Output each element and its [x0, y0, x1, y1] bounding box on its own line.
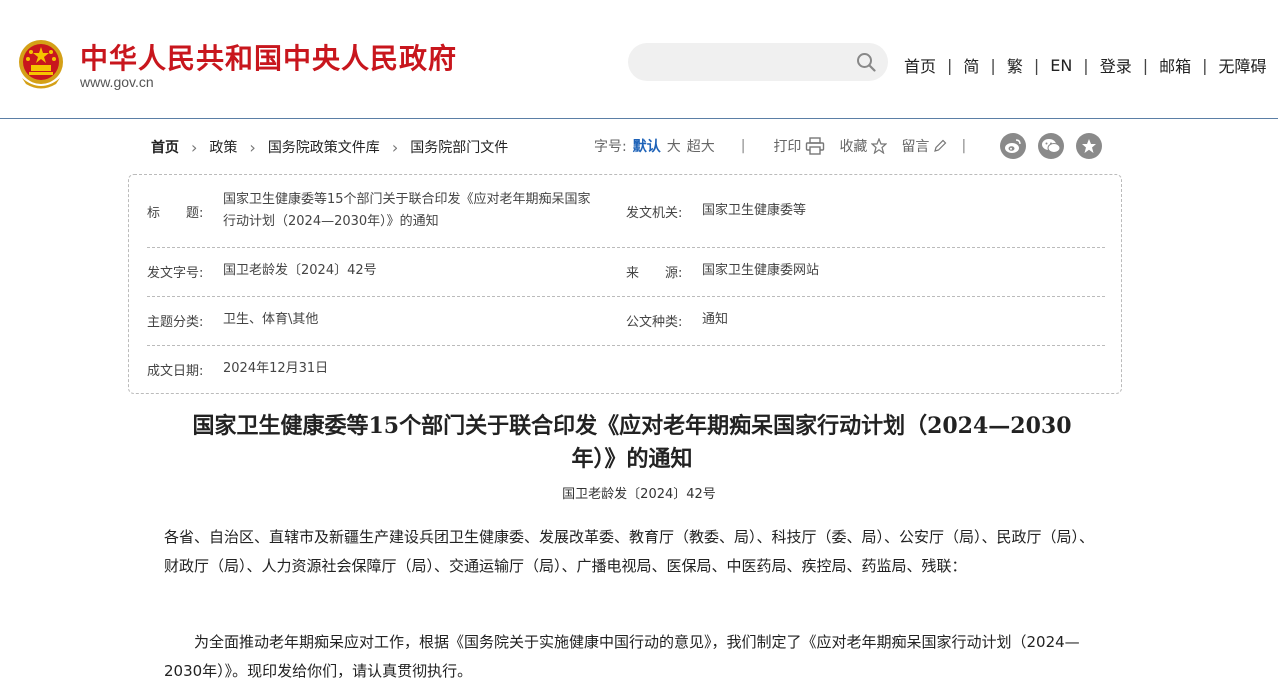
font-size-xlarge[interactable]: 超大	[687, 136, 715, 156]
nav-separator: |	[1202, 55, 1208, 75]
font-size-large[interactable]: 大	[667, 136, 681, 156]
star-icon	[871, 138, 888, 154]
breadcrumb-home[interactable]: 首页	[151, 137, 179, 157]
site-title[interactable]: 中华人民共和国中央人民政府	[80, 37, 457, 77]
tools-separator: |	[740, 138, 746, 154]
type-value: 通知	[702, 312, 729, 327]
nav-separator: |	[990, 55, 996, 75]
weibo-glyph	[1005, 139, 1021, 153]
info-row: 标 题: 国家卫生健康委等15个部门关于联合印发《应对老年期痴呆国家 行动计划（…	[147, 175, 1105, 248]
title-label: 标 题:	[147, 206, 204, 221]
nav-accessibility[interactable]: 无障碍	[1219, 53, 1267, 77]
breadcrumb-policy[interactable]: 政策	[209, 137, 237, 157]
top-nav: 首页 | 简 | 繁 | EN | 登录 | 邮箱 | 无障碍	[904, 53, 1267, 77]
breadcrumb-policy-library[interactable]: 国务院政策文件库	[268, 137, 380, 157]
nav-separator: |	[1033, 55, 1040, 75]
nav-login[interactable]: 登录	[1100, 53, 1132, 77]
print-button[interactable]: 打印	[773, 136, 825, 156]
favorite-label: 收藏	[839, 139, 868, 155]
nav-mail[interactable]: 邮箱	[1159, 53, 1191, 77]
star-share-icon[interactable]	[1076, 133, 1102, 159]
category-label: 主题分类:	[147, 315, 204, 330]
title-value: 国家卫生健康委等15个部门关于联合印发《应对老年期痴呆国家 行动计划（2024—…	[223, 189, 623, 233]
comment-button[interactable]: 留言	[901, 136, 947, 156]
issuer-label: 发文机关:	[626, 206, 683, 221]
search-icon[interactable]	[856, 52, 876, 72]
search-input[interactable]	[646, 52, 850, 74]
tools-separator: |	[961, 138, 967, 154]
nav-simplified[interactable]: 简	[963, 53, 979, 77]
print-label: 打印	[773, 139, 802, 155]
category-value: 卫生、体育\其他	[223, 312, 319, 327]
breadcrumb-department-docs[interactable]: 国务院部门文件	[410, 137, 508, 157]
star-share-glyph	[1082, 139, 1096, 153]
chevron-right-icon: ›	[191, 137, 198, 157]
font-size-label: 字号:	[594, 139, 627, 155]
wechat-icon[interactable]	[1038, 133, 1064, 159]
nav-home[interactable]: 首页	[904, 53, 936, 77]
title-value-line2: 行动计划（2024—2030年）》的通知	[223, 214, 439, 229]
nav-separator: |	[947, 55, 953, 75]
wechat-glyph	[1042, 139, 1061, 153]
article-addressee: 各省、自治区、直辖市及新疆生产建设兵团卫生健康委、发展改革委、教育厅（教委、局）…	[164, 528, 1095, 575]
pencil-icon	[934, 139, 947, 152]
search-box[interactable]	[628, 43, 888, 81]
national-emblem-icon[interactable]	[16, 38, 66, 90]
article-doc-number: 国卫老龄发〔2024〕42号	[562, 487, 716, 502]
title-value-line1: 国家卫生健康委等15个部门关于联合印发《应对老年期痴呆国家	[223, 192, 591, 207]
document-info-table: 标 题: 国家卫生健康委等15个部门关于联合印发《应对老年期痴呆国家 行动计划（…	[128, 174, 1122, 394]
nav-separator: |	[1142, 55, 1149, 75]
site-domain: www.gov.cn	[80, 74, 154, 90]
info-row: 成文日期: 2024年12月31日	[147, 345, 1105, 393]
article-body-paragraph: 为全面推动老年期痴呆应对工作，根据《国务院关于实施健康中国行动的意见》，我们制定…	[164, 633, 1080, 680]
date-value: 2024年12月31日	[223, 361, 329, 376]
printer-icon	[806, 137, 825, 155]
issuer-value: 国家卫生健康委等	[702, 203, 807, 218]
article-title-line2: 年）》的通知	[571, 446, 693, 472]
type-label: 公文种类:	[626, 315, 683, 330]
chevron-right-icon: ›	[391, 137, 399, 157]
favorite-button[interactable]: 收藏	[839, 136, 888, 156]
comment-label: 留言	[901, 139, 930, 155]
article-title: 国家卫生健康委等15个部门关于联合印发《应对老年期痴呆国家行动计划（2024—2…	[160, 410, 1104, 476]
chevron-right-icon: ›	[249, 137, 256, 157]
article-title-line1: 国家卫生健康委等15个部门关于联合印发《应对老年期痴呆国家行动计划（2024—2…	[192, 413, 1072, 439]
weibo-icon[interactable]	[1000, 133, 1026, 159]
nav-english[interactable]: EN	[1050, 56, 1072, 75]
nav-traditional[interactable]: 繁	[1007, 53, 1023, 77]
doc-no-label: 发文字号:	[147, 266, 204, 281]
source-label: 来 源:	[626, 266, 683, 281]
site-header: 中华人民共和国中央人民政府 www.gov.cn 首页 | 简 | 繁 | EN…	[0, 0, 1278, 119]
info-row: 主题分类: 卫生、体育\其他 公文种类: 通知	[147, 296, 1105, 346]
breadcrumb: 首页 › 政策 › 国务院政策文件库 › 国务院部门文件	[151, 137, 508, 157]
source-value: 国家卫生健康委网站	[702, 263, 820, 278]
info-row: 发文字号: 国卫老龄发〔2024〕42号 来 源: 国家卫生健康委网站	[147, 247, 1105, 297]
doc-no-value: 国卫老龄发〔2024〕42号	[223, 263, 377, 278]
nav-separator: |	[1083, 55, 1089, 75]
date-label: 成文日期:	[147, 364, 204, 379]
article-tools: 字号: 默认 大 超大 | 打印 收藏 留言 |	[594, 136, 966, 156]
font-size-default[interactable]: 默认	[633, 136, 661, 156]
